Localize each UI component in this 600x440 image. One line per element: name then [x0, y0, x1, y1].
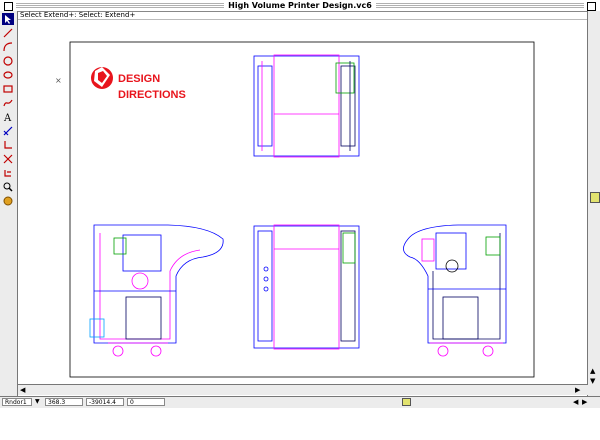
rectangle-icon[interactable] — [2, 83, 14, 95]
origin-marker: × — [55, 76, 62, 85]
arc-icon[interactable] — [2, 41, 14, 53]
layer-dropdown-icon[interactable]: ▼ — [35, 398, 40, 406]
logo-line1: DESIGN — [118, 73, 160, 85]
status-scroll-right-icon[interactable]: ▶ — [582, 398, 587, 406]
x-coordinate-field: 368.3 — [45, 398, 83, 406]
left-side-view — [89, 224, 224, 357]
scroll-up-icon[interactable]: ▲ — [590, 367, 595, 375]
message-bar: Select Extend+: Select: Extend+ — [17, 11, 587, 20]
vertical-scrollbar[interactable]: ▲ ▼ — [587, 11, 600, 396]
trim-icon[interactable] — [2, 153, 14, 165]
y-coordinate-field: -39014.4 — [86, 398, 124, 406]
svg-text:A: A — [3, 113, 12, 122]
select-arrow-icon[interactable] — [2, 13, 14, 25]
drawing-canvas[interactable]: × DESIGN DIRECTIONS — [18, 21, 587, 384]
text-icon[interactable]: A — [2, 111, 14, 123]
front-view — [253, 224, 360, 350]
status-bar: Rndor1 ▼ 368.3 -39014.4 0 ◀ ▶ — [0, 396, 600, 408]
logo-line2: DIRECTIONS — [118, 89, 186, 101]
right-side-view — [403, 224, 507, 357]
corner-icon[interactable] — [2, 139, 14, 151]
scroll-down-icon[interactable]: ▼ — [590, 377, 595, 385]
line-icon[interactable] — [2, 27, 14, 39]
dimension-icon[interactable] — [2, 125, 14, 137]
rotate-icon[interactable] — [2, 167, 14, 179]
layer-field[interactable]: Rndor1 — [2, 398, 32, 406]
zoom-box[interactable] — [587, 2, 596, 11]
tool-palette: A — [0, 11, 18, 396]
status-scroll-left-icon[interactable]: ◀ — [573, 398, 578, 406]
zoom-icon[interactable] — [2, 181, 14, 193]
scroll-right-icon[interactable]: ▶ — [575, 386, 580, 394]
pan-icon[interactable] — [2, 195, 14, 207]
circle-icon[interactable] — [2, 55, 14, 67]
scroll-left-icon[interactable]: ◀ — [20, 386, 25, 394]
window-title: High Volume Printer Design.vc6 — [224, 1, 376, 10]
top-view — [253, 54, 360, 158]
desktop-area — [0, 408, 600, 440]
vertical-scroll-thumb[interactable] — [590, 192, 600, 203]
horizontal-scrollbar[interactable]: ◀ ▶ — [18, 384, 588, 395]
z-coordinate-field: 0 — [127, 398, 165, 406]
ellipse-icon[interactable] — [2, 69, 14, 81]
freehand-icon[interactable] — [2, 97, 14, 109]
design-directions-logo: DESIGN DIRECTIONS — [91, 67, 186, 101]
horizontal-scroll-thumb[interactable] — [402, 398, 411, 406]
